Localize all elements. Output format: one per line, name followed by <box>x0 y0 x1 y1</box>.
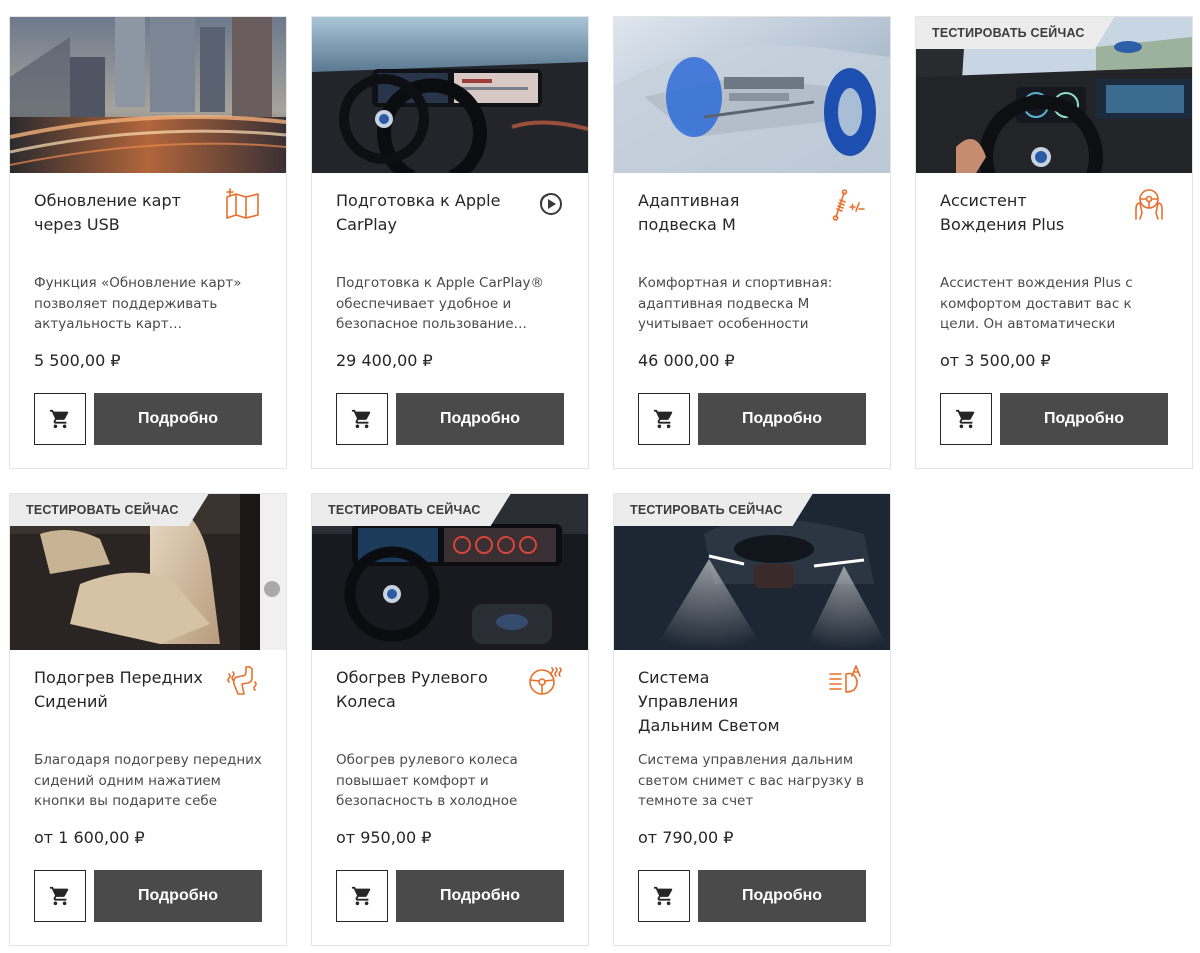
product-description: Подготовка к Apple CarPlay® обеспечивает… <box>336 275 544 332</box>
heated-seat-icon <box>224 664 262 698</box>
card-actions: Подробно <box>638 870 866 922</box>
card-actions: Подробно <box>940 393 1168 445</box>
add-to-cart-button[interactable] <box>336 870 388 922</box>
product-grid: Обновление карт через USB Функция «Обнов… <box>9 16 1193 946</box>
cart-icon <box>653 409 673 429</box>
add-to-cart-button[interactable] <box>34 870 86 922</box>
product-card[interactable]: Адаптивная подвеска M Комфортная и спорт… <box>613 16 891 469</box>
product-price: от 3 500,00 ₽ <box>940 351 1051 370</box>
card-actions: Подробно <box>34 870 262 922</box>
product-title: Подогрев Передних Сидений <box>34 668 203 711</box>
card-actions: Подробно <box>336 393 564 445</box>
product-price: от 1 600,00 ₽ <box>34 828 145 847</box>
product-image[interactable]: ТЕСТИРОВАТЬ СЕЙЧАС <box>916 17 1192 173</box>
test-now-badge[interactable]: ТЕСТИРОВАТЬ СЕЙЧАС <box>916 17 1115 49</box>
product-image[interactable] <box>312 17 588 173</box>
driving-assistant-icon <box>1130 187 1168 221</box>
product-image[interactable]: ТЕСТИРОВАТЬ СЕЙЧАС <box>10 494 286 650</box>
cart-icon <box>49 409 69 429</box>
product-title: Подготовка к Apple CarPlay <box>336 191 501 234</box>
details-button[interactable]: Подробно <box>698 393 866 445</box>
high-beam-icon <box>828 664 866 698</box>
test-now-badge[interactable]: ТЕСТИРОВАТЬ СЕЙЧАС <box>10 494 209 526</box>
product-price: от 790,00 ₽ <box>638 828 734 847</box>
product-title: Адаптивная подвеска M <box>638 191 740 234</box>
product-title: Обновление карт через USB <box>34 191 181 234</box>
details-button[interactable]: Подробно <box>94 393 262 445</box>
product-title: Ассистент Вождения Plus <box>940 191 1065 234</box>
cart-icon <box>955 409 975 429</box>
suspension-icon <box>828 187 866 221</box>
product-card[interactable]: Подготовка к Apple CarPlay Подготовка к … <box>311 16 589 469</box>
product-price: 29 400,00 ₽ <box>336 351 433 370</box>
product-description: Благодаря подогреву передних сидений одн… <box>34 752 262 809</box>
product-image[interactable] <box>614 17 890 173</box>
product-card[interactable]: Обновление карт через USB Функция «Обнов… <box>9 16 287 469</box>
cart-icon <box>351 409 371 429</box>
cart-icon <box>351 886 371 906</box>
add-to-cart-button[interactable] <box>638 393 690 445</box>
card-actions: Подробно <box>34 393 262 445</box>
add-to-cart-button[interactable] <box>34 393 86 445</box>
product-card[interactable]: ТЕСТИРОВАТЬ СЕЙЧАС Система Управления Да… <box>613 493 891 946</box>
details-button[interactable]: Подробно <box>396 870 564 922</box>
map-update-icon <box>224 187 262 221</box>
details-button[interactable]: Подробно <box>698 870 866 922</box>
product-image[interactable]: ТЕСТИРОВАТЬ СЕЙЧАС <box>312 494 588 650</box>
card-actions: Подробно <box>336 870 564 922</box>
product-card[interactable]: ТЕСТИРОВАТЬ СЕЙЧАС Подогрев Передних Сид… <box>9 493 287 946</box>
test-now-badge[interactable]: ТЕСТИРОВАТЬ СЕЙЧАС <box>614 494 813 526</box>
product-description: Ассистент вождения Plus с комфортом дост… <box>940 275 1133 332</box>
product-image[interactable] <box>10 17 286 173</box>
product-description: Обогрев рулевого колеса повышает комфорт… <box>336 752 518 809</box>
cart-icon <box>49 886 69 906</box>
product-card[interactable]: ТЕСТИРОВАТЬ СЕЙЧАС Ассистент Вождения Pl… <box>915 16 1193 469</box>
details-button[interactable]: Подробно <box>396 393 564 445</box>
add-to-cart-button[interactable] <box>638 870 690 922</box>
product-title: Обогрев Рулевого Колеса <box>336 668 488 711</box>
product-description: Функция «Обновление карт» позволяет подд… <box>34 275 242 332</box>
add-to-cart-button[interactable] <box>940 393 992 445</box>
cart-icon <box>653 886 673 906</box>
product-card[interactable]: ТЕСТИРОВАТЬ СЕЙЧАС Обогрев Рулевого Коле… <box>311 493 589 946</box>
details-button[interactable]: Подробно <box>94 870 262 922</box>
card-actions: Подробно <box>638 393 866 445</box>
product-price: 46 000,00 ₽ <box>638 351 735 370</box>
product-description: Система управления дальним светом снимет… <box>638 752 864 809</box>
product-title: Система Управления Дальним Светом <box>638 668 780 735</box>
product-image[interactable]: ТЕСТИРОВАТЬ СЕЙЧАС <box>614 494 890 650</box>
heated-steering-wheel-icon <box>526 664 564 698</box>
product-price: от 950,00 ₽ <box>336 828 432 847</box>
test-now-badge[interactable]: ТЕСТИРОВАТЬ СЕЙЧАС <box>312 494 511 526</box>
details-button[interactable]: Подробно <box>1000 393 1168 445</box>
add-to-cart-button[interactable] <box>336 393 388 445</box>
product-description: Комфортная и спортивная: адаптивная подв… <box>638 275 833 332</box>
product-price: 5 500,00 ₽ <box>34 351 121 370</box>
play-icon <box>526 187 564 221</box>
